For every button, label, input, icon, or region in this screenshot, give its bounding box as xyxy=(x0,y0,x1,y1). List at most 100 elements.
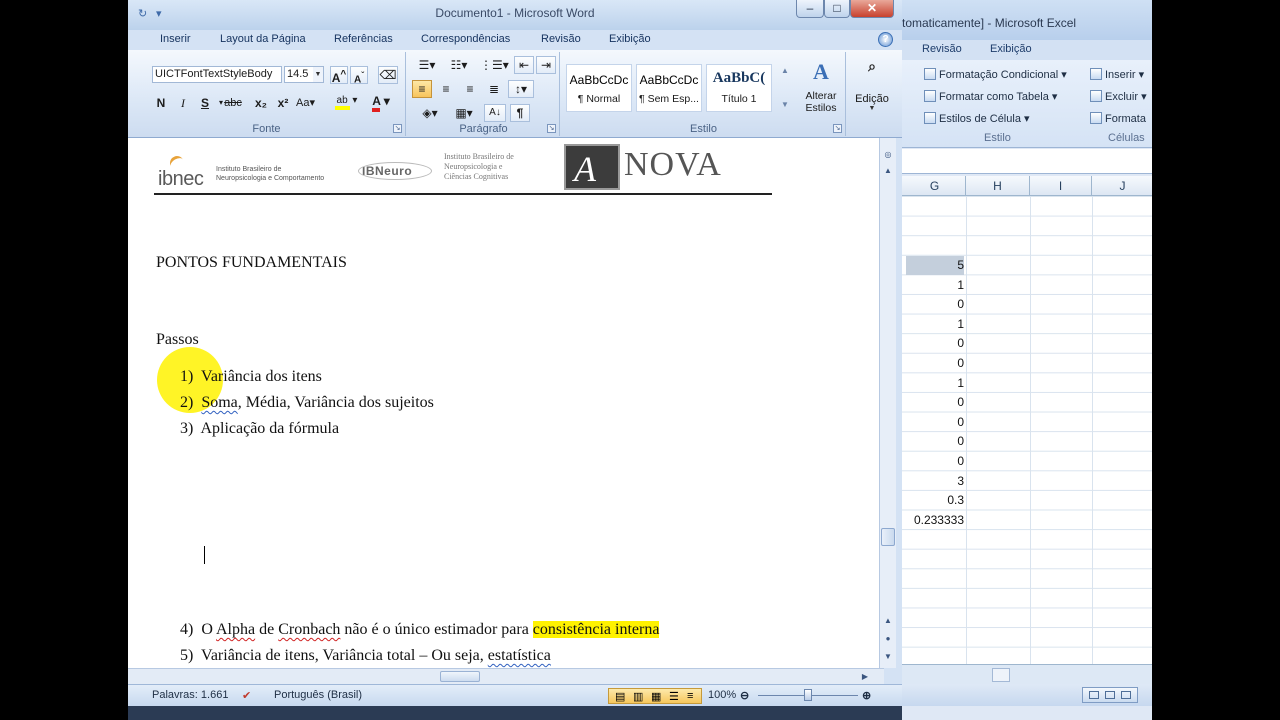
full-screen-reading-icon[interactable]: ▥ xyxy=(633,690,643,703)
language-status[interactable]: Português (Brasil) xyxy=(274,689,362,701)
hscroll-thumb[interactable] xyxy=(440,671,480,682)
format-cells-button[interactable]: Formata xyxy=(1090,110,1146,128)
styles-scroll-up-icon[interactable]: ▲ xyxy=(776,62,794,80)
maximize-button[interactable]: □ xyxy=(824,0,850,18)
document-page[interactable]: ibnec Instituto Brasileiro de Neuropsico… xyxy=(128,138,884,668)
cell-g-value[interactable]: 0 xyxy=(906,334,964,353)
highlight-button[interactable]: ab ▾ xyxy=(332,92,360,110)
shrink-font-button[interactable]: Aˇ xyxy=(350,66,368,85)
excel-tab-revisao[interactable]: Revisão xyxy=(922,43,962,55)
scroll-up-icon[interactable]: ▲ xyxy=(881,164,895,178)
view-buttons[interactable]: ▤ ▥ ▦ ☰ ≡ xyxy=(608,688,702,704)
multilevel-list-button[interactable]: ⋮☰▾ xyxy=(480,56,509,74)
editing-button[interactable]: ⌕ Edição ▼ xyxy=(850,58,894,112)
font-name-combo[interactable]: UICTFontTextStyleBody xyxy=(152,66,282,83)
dialog-launcher-icon[interactable]: ↘ xyxy=(547,124,556,133)
ruler-toggle-icon[interactable]: ◎ xyxy=(881,148,895,162)
insert-cells-button[interactable]: Inserir ▾ xyxy=(1090,66,1144,84)
column-header-j[interactable]: J xyxy=(1092,176,1152,196)
column-header-g[interactable]: G xyxy=(904,176,966,196)
excel-view-buttons[interactable] xyxy=(1082,687,1138,703)
cell-styles-button[interactable]: Estilos de Célula ▾ xyxy=(924,110,1030,128)
font-size-combo[interactable]: 14.5 ▼ xyxy=(284,66,324,83)
cell-g-value[interactable]: 3 xyxy=(906,472,964,491)
align-right-icon[interactable]: ≡ xyxy=(460,80,480,98)
cell-g-value[interactable]: 0 xyxy=(906,452,964,471)
draft-icon[interactable]: ≡ xyxy=(687,690,693,702)
strikethrough-button[interactable]: abc xyxy=(224,94,242,112)
zoom-slider[interactable] xyxy=(758,689,858,701)
sheet-tabs-bar[interactable] xyxy=(896,664,1152,684)
scroll-thumb[interactable] xyxy=(881,528,895,546)
close-button[interactable]: ✕ xyxy=(850,0,894,18)
cell-g-value[interactable]: 0 xyxy=(906,354,964,373)
cell-g-value[interactable]: 1 xyxy=(906,374,964,393)
column-header-h[interactable]: H xyxy=(966,176,1030,196)
tab-layout[interactable]: Layout da Página xyxy=(220,33,306,45)
numbering-button[interactable]: ☷▾ xyxy=(446,56,472,74)
zoom-out-icon[interactable]: ⊖ xyxy=(740,689,749,702)
zoom-level[interactable]: 100% xyxy=(708,689,736,701)
font-color-button[interactable]: A ▾ xyxy=(368,92,394,112)
line-spacing-icon[interactable]: ↕▾ xyxy=(508,80,534,98)
dialog-launcher-icon[interactable]: ↘ xyxy=(393,124,402,133)
excel-window[interactable]: tomaticamente] - Microsoft Excel Revisão… xyxy=(896,0,1152,720)
style-normal[interactable]: AaBbCcDc ¶ Normal xyxy=(566,64,632,112)
dialog-launcher-icon[interactable]: ↘ xyxy=(833,124,842,133)
italic-button[interactable]: I xyxy=(174,94,192,112)
tab-revisao[interactable]: Revisão xyxy=(541,33,581,45)
shading-icon[interactable]: ◈▾ xyxy=(416,104,444,122)
align-left-icon[interactable]: ≡ xyxy=(412,80,432,98)
superscript-button[interactable]: x² xyxy=(274,94,292,112)
minimize-button[interactable]: – xyxy=(796,0,824,18)
cell-g-value[interactable]: 0 xyxy=(906,295,964,314)
grow-font-button[interactable]: A^ xyxy=(330,66,348,85)
page-layout-icon[interactable] xyxy=(1105,691,1115,699)
increase-indent-icon[interactable]: ⇥ xyxy=(536,56,556,74)
help-icon[interactable]: ? xyxy=(878,32,893,47)
cell-g-value[interactable]: 0.3 xyxy=(906,491,964,510)
tab-correspondencias[interactable]: Correspondências xyxy=(421,33,510,45)
chevron-down-icon[interactable]: ▼ xyxy=(313,67,323,82)
proofing-icon[interactable]: ✔ xyxy=(242,689,251,702)
web-layout-icon[interactable]: ▦ xyxy=(651,690,661,703)
style-no-spacing[interactable]: AaBbCcDc ¶ Sem Esp... xyxy=(636,64,702,112)
normal-view-icon[interactable] xyxy=(1089,691,1099,699)
horizontal-scrollbar[interactable]: ▶ xyxy=(128,668,884,684)
clear-format-icon[interactable]: ⌫ xyxy=(378,66,398,84)
excel-title-bar[interactable]: tomaticamente] - Microsoft Excel xyxy=(896,0,1152,40)
scroll-right-icon[interactable]: ▶ xyxy=(858,670,872,684)
cell-g-value[interactable]: 0 xyxy=(906,413,964,432)
cell-g-value[interactable]: 5 xyxy=(906,256,964,275)
tab-exibicao[interactable]: Exibição xyxy=(609,33,651,45)
formula-bar[interactable] xyxy=(896,149,1152,174)
outline-icon[interactable]: ☰ xyxy=(669,690,679,703)
subscript-button[interactable]: x₂ xyxy=(252,94,270,112)
styles-more-icon[interactable]: ▼ xyxy=(776,96,794,114)
decrease-indent-icon[interactable]: ⇤ xyxy=(514,56,534,74)
sort-icon[interactable]: A↓ xyxy=(484,104,506,122)
hscroll-thumb[interactable] xyxy=(992,668,1010,682)
previous-page-icon[interactable]: ▲ xyxy=(881,614,895,628)
bullets-button[interactable]: ☰▾ xyxy=(414,56,440,74)
vertical-scrollbar[interactable]: ◎ ▲ ▲ ● ▼ xyxy=(879,138,896,668)
show-marks-icon[interactable]: ¶ xyxy=(510,104,530,122)
style-heading-1[interactable]: AaBbC( Título 1 xyxy=(706,64,772,112)
change-case-button[interactable]: Aa▾ xyxy=(296,94,315,112)
delete-cells-button[interactable]: Excluir ▾ xyxy=(1090,88,1147,106)
conditional-formatting-button[interactable]: Formatação Condicional ▾ xyxy=(924,66,1067,84)
align-center-icon[interactable]: ≡ xyxy=(436,80,456,98)
cell-g-value[interactable]: 0.233333 xyxy=(906,511,964,530)
browse-object-icon[interactable]: ● xyxy=(881,632,895,646)
cell-g-value[interactable]: 1 xyxy=(906,276,964,295)
print-layout-icon[interactable]: ▤ xyxy=(615,690,625,703)
cell-g-value[interactable]: 1 xyxy=(906,315,964,334)
tab-inserir[interactable]: Inserir xyxy=(160,33,191,45)
change-styles-button[interactable]: A Alterar Estilos xyxy=(796,60,846,115)
justify-icon[interactable]: ≣ xyxy=(484,80,504,98)
zoom-slider-thumb[interactable] xyxy=(804,689,812,701)
next-page-icon[interactable]: ▼ xyxy=(881,650,895,664)
cell-g-value[interactable]: 0 xyxy=(906,393,964,412)
excel-tab-exibicao[interactable]: Exibição xyxy=(990,43,1032,55)
page-break-icon[interactable] xyxy=(1121,691,1131,699)
